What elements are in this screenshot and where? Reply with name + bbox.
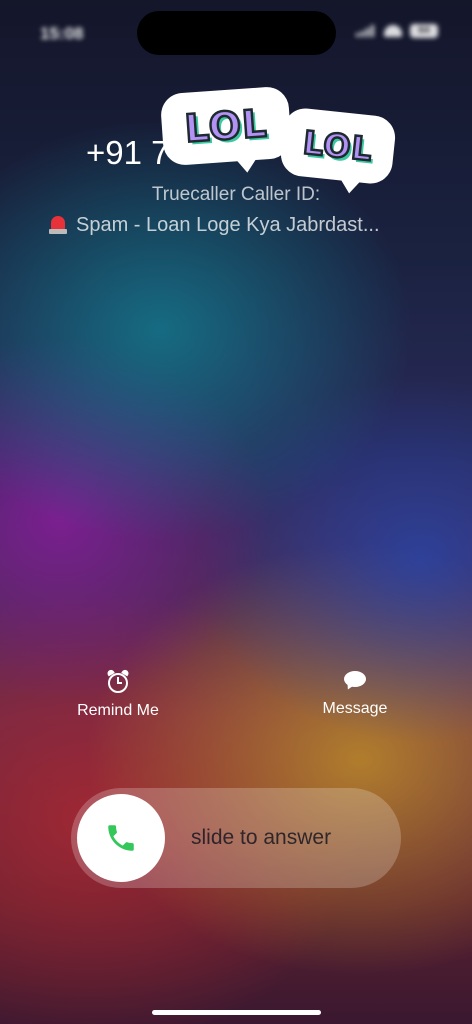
message-button[interactable]: Message [300,670,410,718]
speech-bubble-icon [343,670,367,692]
message-label: Message [322,700,388,717]
alarm-clock-icon [106,668,130,693]
slide-to-answer-slider[interactable]: slide to answer [71,788,401,888]
spam-text: Spam - Loan Loge Kya Jabrdast... [76,213,380,236]
answer-knob[interactable] [77,794,165,882]
sticker-text: LOL [300,122,376,170]
lol-sticker: LOL [159,85,293,167]
status-icons: 64 [356,24,438,38]
status-time: 15:08 [40,24,84,43]
caller-number: +91 7 [86,134,170,171]
lol-stickers: LOL LOL [159,85,400,188]
dynamic-island [137,11,336,55]
siren-icon [46,213,70,237]
remind-me-button[interactable]: Remind Me [60,668,176,720]
cellular-signal-icon [356,25,376,37]
wifi-icon [384,25,402,37]
remind-me-label: Remind Me [77,702,159,719]
spam-label: Spam - Loan Loge Kya Jabrdast... [46,213,380,237]
sticker-text: LOL [182,100,270,152]
caller-id-label: Truecaller Caller ID: [151,184,321,205]
slider-label: slide to answer [191,826,332,849]
phone-icon [108,825,134,851]
status-bar: 15:08 64 [0,0,472,64]
lol-sticker: LOL [278,106,398,186]
battery-icon: 64 [410,24,438,38]
home-indicator[interactable] [152,1010,321,1015]
